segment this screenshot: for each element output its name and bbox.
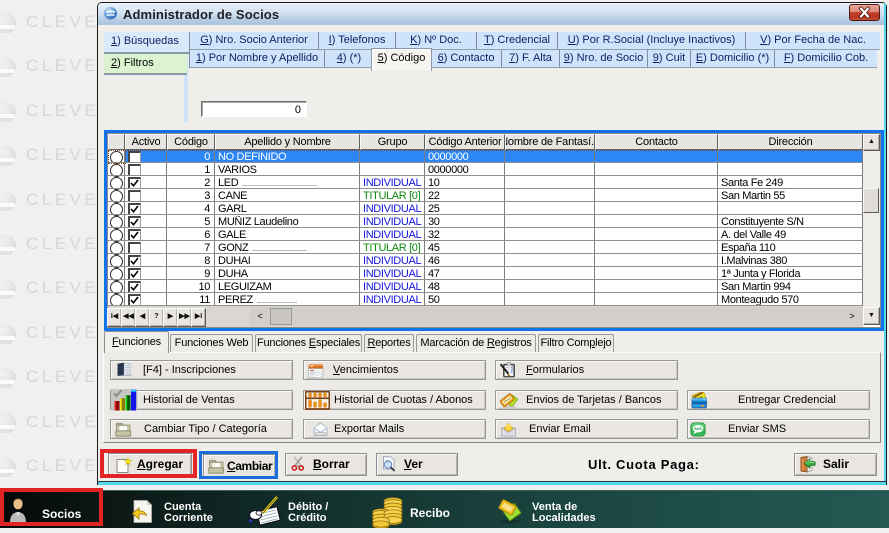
svg-text:SMS: SMS <box>694 427 702 431</box>
